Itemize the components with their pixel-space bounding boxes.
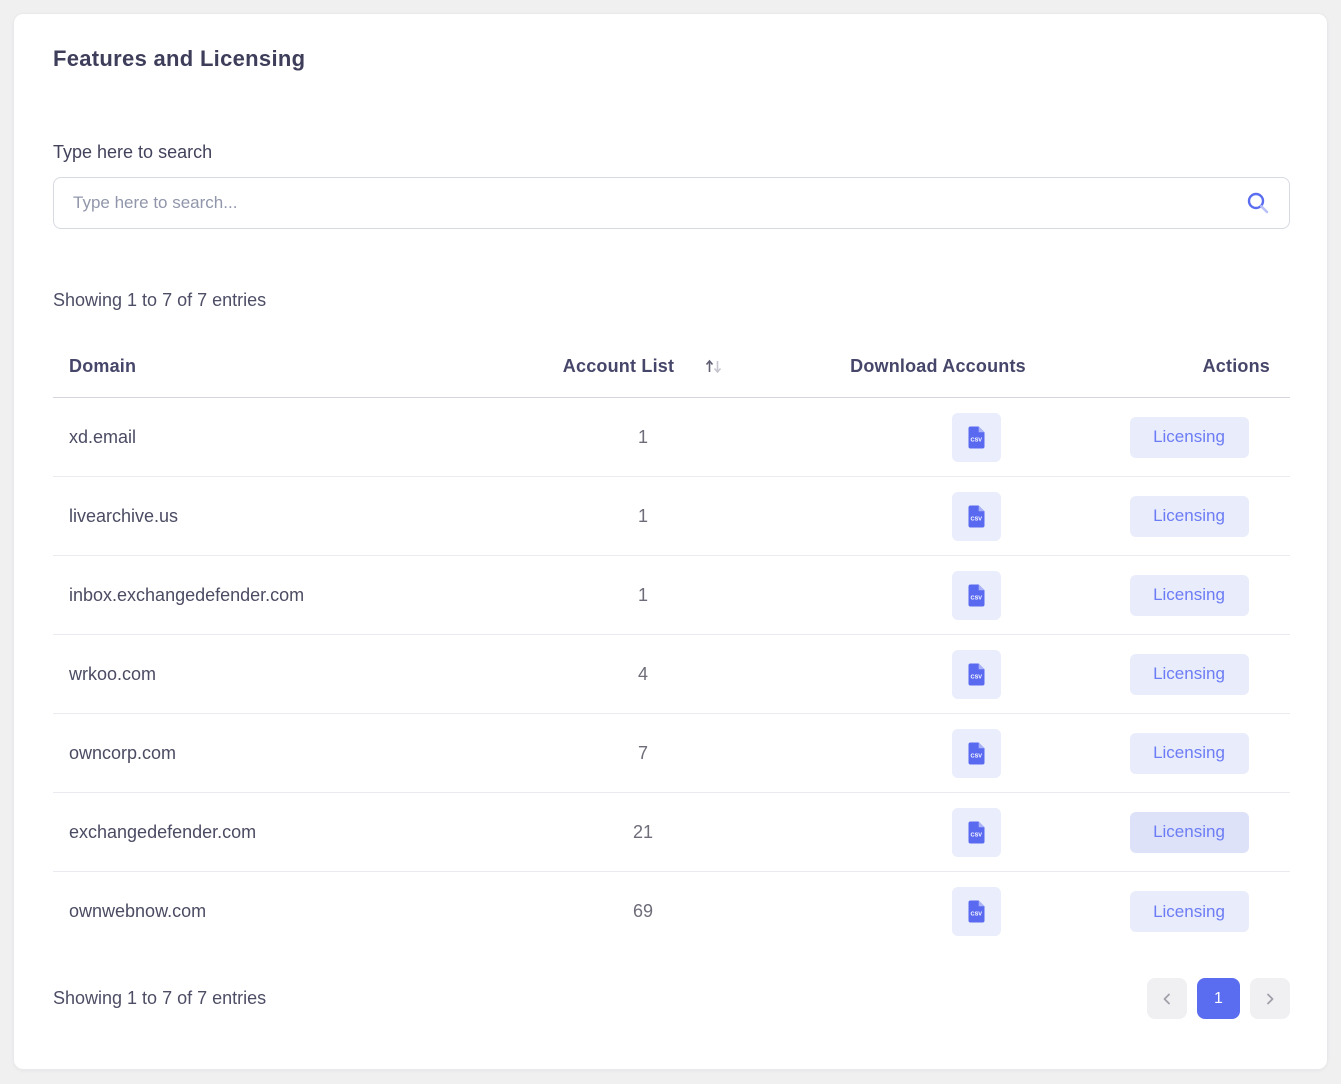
licensing-button[interactable]: Licensing: [1130, 496, 1249, 537]
account-count-cell: 69: [498, 901, 788, 922]
search-input[interactable]: [53, 177, 1290, 229]
column-header-download-accounts: Download Accounts: [788, 356, 1088, 377]
licensing-button[interactable]: Licensing: [1130, 812, 1249, 853]
table-row: livearchive.us 1 CSV Licensing: [53, 477, 1290, 556]
licensing-button[interactable]: Licensing: [1130, 733, 1249, 774]
account-count-cell: 1: [498, 506, 788, 527]
domain-cell: ownwebnow.com: [53, 901, 498, 922]
download-csv-button[interactable]: CSV: [952, 571, 1001, 620]
svg-text:CSV: CSV: [970, 832, 982, 838]
table-row: xd.email 1 CSV Licensing: [53, 398, 1290, 477]
sort-up-down-icon[interactable]: [704, 357, 723, 376]
account-list-label: Account List: [563, 356, 674, 377]
svg-text:CSV: CSV: [970, 674, 982, 680]
table-row: inbox.exchangedefender.com 1 CSV Licensi…: [53, 556, 1290, 635]
domains-table: Domain Account List Download Accounts Ac…: [53, 336, 1290, 951]
chevron-right-icon: [1263, 992, 1277, 1006]
table-row: owncorp.com 7 CSV Licensing: [53, 714, 1290, 793]
csv-file-icon: CSV: [966, 820, 987, 845]
domain-cell: livearchive.us: [53, 506, 498, 527]
table-header-row: Domain Account List Download Accounts Ac…: [53, 336, 1290, 398]
download-csv-button[interactable]: CSV: [952, 808, 1001, 857]
csv-file-icon: CSV: [966, 741, 987, 766]
column-header-account-list[interactable]: Account List: [498, 356, 788, 377]
licensing-button[interactable]: Licensing: [1130, 575, 1249, 616]
csv-file-icon: CSV: [966, 504, 987, 529]
chevron-left-icon: [1160, 992, 1174, 1006]
svg-text:CSV: CSV: [970, 437, 982, 443]
domain-cell: owncorp.com: [53, 743, 498, 764]
domain-cell: inbox.exchangedefender.com: [53, 585, 498, 606]
table-footer: Showing 1 to 7 of 7 entries 1: [53, 978, 1290, 1019]
account-count-cell: 7: [498, 743, 788, 764]
licensing-button[interactable]: Licensing: [1130, 417, 1249, 458]
svg-text:CSV: CSV: [970, 753, 982, 759]
licensing-button[interactable]: Licensing: [1130, 654, 1249, 695]
page-1-button[interactable]: 1: [1197, 978, 1240, 1019]
pagination: 1: [1147, 978, 1290, 1019]
domain-cell: wrkoo.com: [53, 664, 498, 685]
csv-file-icon: CSV: [966, 662, 987, 687]
csv-file-icon: CSV: [966, 425, 987, 450]
account-count-cell: 1: [498, 585, 788, 606]
entries-summary-bottom: Showing 1 to 7 of 7 entries: [53, 988, 266, 1009]
search-label: Type here to search: [53, 142, 1288, 163]
account-count-cell: 21: [498, 822, 788, 843]
column-header-domain: Domain: [53, 356, 498, 377]
table-row: ownwebnow.com 69 CSV Licensing: [53, 872, 1290, 951]
column-header-actions: Actions: [1088, 356, 1290, 377]
domain-cell: exchangedefender.com: [53, 822, 498, 843]
svg-text:CSV: CSV: [970, 516, 982, 522]
previous-page-button[interactable]: [1147, 978, 1187, 1019]
download-csv-button[interactable]: CSV: [952, 729, 1001, 778]
account-count-cell: 1: [498, 427, 788, 448]
magnifier-icon[interactable]: [1246, 191, 1270, 215]
entries-summary-top: Showing 1 to 7 of 7 entries: [53, 290, 1288, 311]
page-title: Features and Licensing: [53, 46, 1288, 72]
download-csv-button[interactable]: CSV: [952, 492, 1001, 541]
csv-file-icon: CSV: [966, 583, 987, 608]
domain-cell: xd.email: [53, 427, 498, 448]
table-row: exchangedefender.com 21 CSV Licensing: [53, 793, 1290, 872]
features-licensing-card: Features and Licensing Type here to sear…: [13, 13, 1328, 1070]
account-count-cell: 4: [498, 664, 788, 685]
download-csv-button[interactable]: CSV: [952, 887, 1001, 936]
svg-text:CSV: CSV: [970, 595, 982, 601]
table-row: wrkoo.com 4 CSV Licensing: [53, 635, 1290, 714]
search-box: [53, 177, 1290, 229]
download-csv-button[interactable]: CSV: [952, 413, 1001, 462]
licensing-button[interactable]: Licensing: [1130, 891, 1249, 932]
next-page-button[interactable]: [1250, 978, 1290, 1019]
csv-file-icon: CSV: [966, 899, 987, 924]
download-csv-button[interactable]: CSV: [952, 650, 1001, 699]
svg-text:CSV: CSV: [970, 911, 982, 917]
